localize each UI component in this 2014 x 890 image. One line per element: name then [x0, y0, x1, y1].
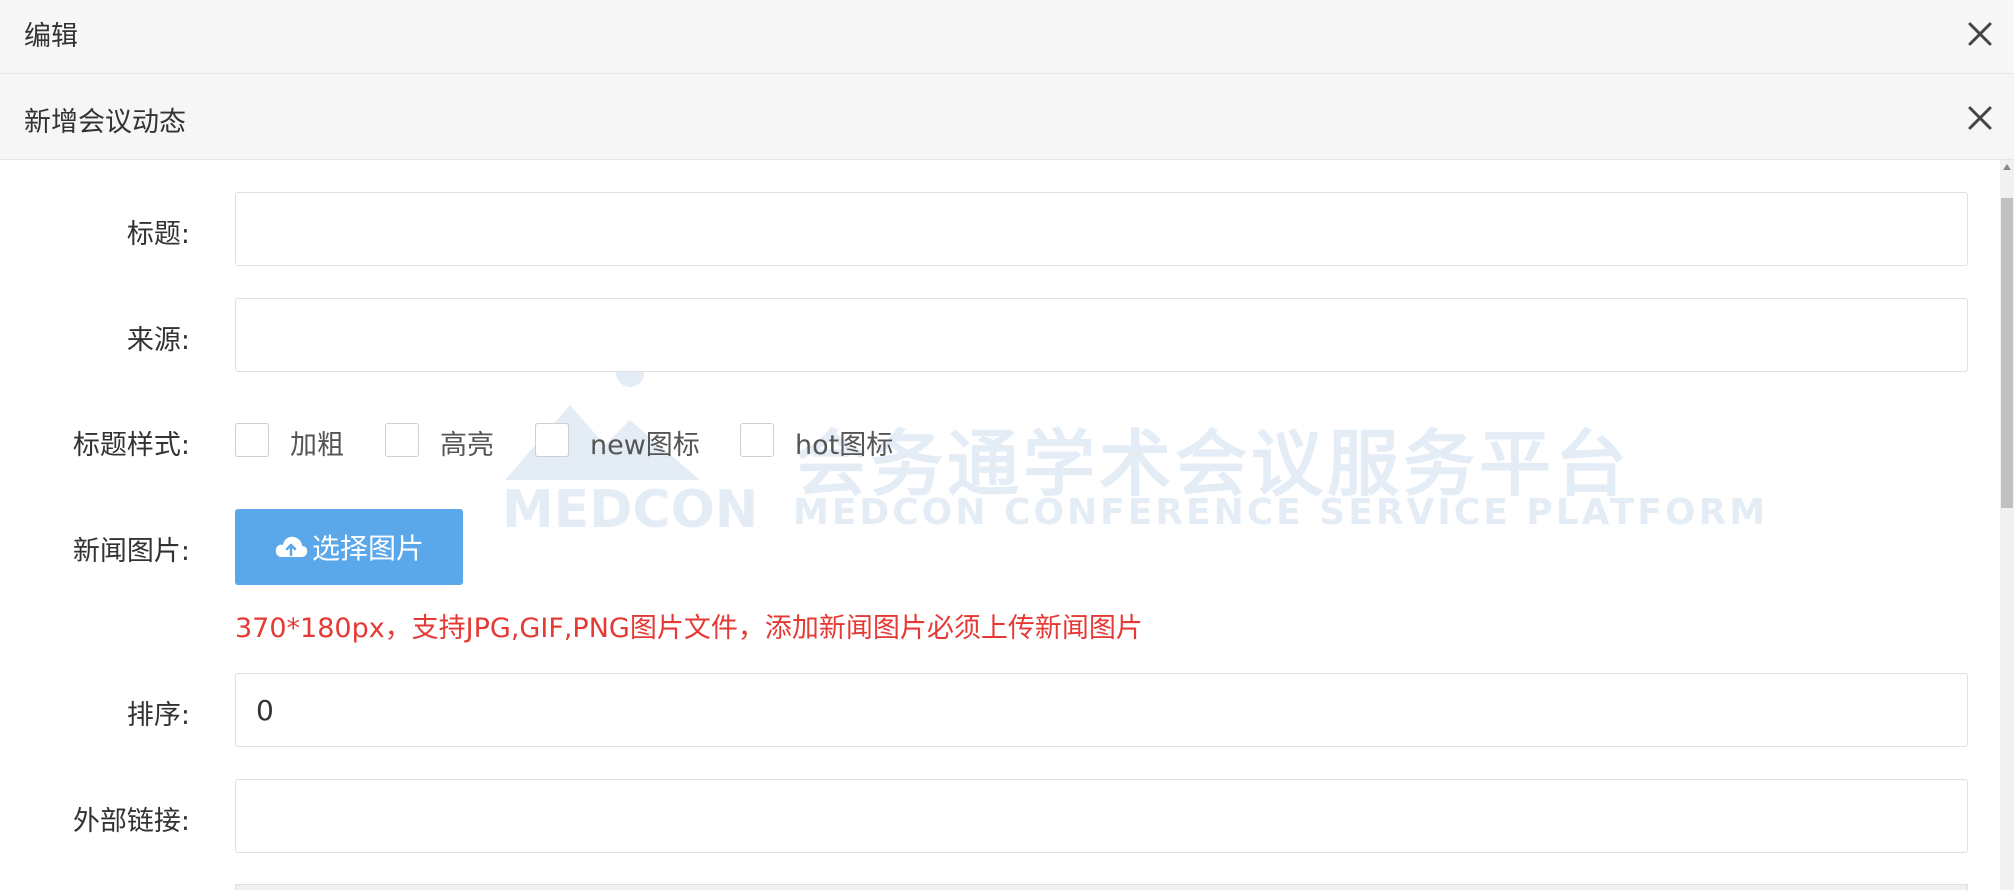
cloud-upload-icon	[275, 536, 308, 557]
order-row: 排序:	[0, 673, 1990, 747]
order-input[interactable]	[235, 673, 1968, 747]
vertical-scrollbar[interactable]	[2000, 160, 2014, 890]
outer-dialog-header: 编辑	[0, 0, 2014, 74]
checkbox-hot-icon[interactable]: hot图标	[740, 423, 915, 463]
title-input[interactable]	[235, 192, 1968, 266]
inner-dialog-title: 新增会议动态	[24, 107, 186, 138]
checkbox-highlight-label: 高亮	[440, 430, 494, 461]
checkbox-bold-label: 加粗	[290, 430, 344, 461]
checkbox-bold-box[interactable]	[235, 423, 269, 457]
medcon-logo-icon	[505, 359, 700, 480]
external-link-input[interactable]	[235, 779, 1968, 853]
checkbox-bold[interactable]: 加粗	[235, 423, 355, 463]
source-input[interactable]	[235, 298, 1968, 372]
title-style-label: 标题样式:	[72, 430, 190, 461]
checkbox-hot-icon-box[interactable]	[740, 423, 774, 457]
outer-close-button[interactable]	[1960, 14, 2000, 54]
next-field-edge	[235, 884, 1968, 890]
title-row: 标题:	[0, 192, 1990, 266]
choose-image-button-label: 选择图片	[311, 532, 424, 565]
scroll-up-arrow-icon[interactable]	[2003, 164, 2011, 170]
checkbox-new-icon-label: new图标	[590, 430, 700, 461]
external-link-row: 外部链接:	[0, 779, 1990, 853]
checkbox-hot-icon-label: hot图标	[795, 430, 894, 461]
external-link-label: 外部链接:	[72, 806, 190, 837]
outer-dialog-title: 编辑	[24, 21, 78, 52]
inner-dialog-header: 新增会议动态	[0, 74, 2014, 160]
page: 编辑 新增会议动态 会务通学术会议服务平台 MEDCON MEDCON CONF…	[0, 0, 2014, 890]
news-image-row: 新闻图片: 选择图片	[0, 509, 1990, 585]
title-label: 标题:	[126, 219, 190, 250]
order-label: 排序:	[126, 700, 190, 731]
source-row: 来源:	[0, 298, 1990, 372]
inner-close-button[interactable]	[1960, 98, 2000, 138]
checkbox-highlight-box[interactable]	[385, 423, 419, 457]
close-icon	[1968, 106, 1992, 130]
checkbox-highlight[interactable]: 高亮	[385, 423, 505, 463]
news-image-label: 新闻图片:	[72, 536, 190, 567]
checkbox-new-icon[interactable]: new图标	[535, 423, 710, 463]
image-upload-hint: 370*180px，支持JPG,GIF,PNG图片文件，添加新闻图片必须上传新闻…	[235, 613, 1143, 644]
source-label: 来源:	[126, 325, 190, 356]
close-icon	[1968, 22, 1992, 46]
checkbox-new-icon-box[interactable]	[535, 423, 569, 457]
title-style-row: 标题样式: 加粗 高亮 new图标 hot图标	[0, 423, 1990, 463]
scroll-thumb[interactable]	[2001, 198, 2013, 508]
choose-image-button[interactable]: 选择图片	[235, 509, 463, 585]
